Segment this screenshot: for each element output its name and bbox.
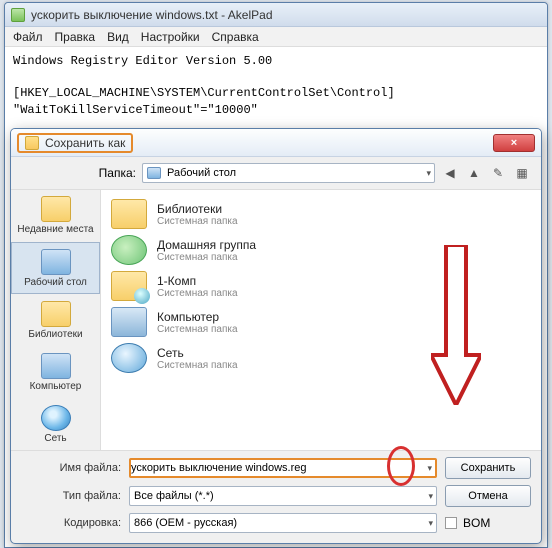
item-sub: Системная папка [157, 216, 238, 227]
folder-icon [111, 199, 147, 229]
folder-combo[interactable]: Рабочий стол [142, 163, 435, 183]
item-name: Домашняя группа [157, 238, 256, 252]
editor-line2: [HKEY_LOCAL_MACHINE\SYSTEM\CurrentContro… [13, 86, 395, 100]
place-network[interactable]: Сеть [11, 398, 100, 450]
bom-label: BOM [463, 516, 490, 530]
cancel-button[interactable]: Отмена [445, 485, 531, 507]
folder-value: Рабочий стол [167, 167, 236, 179]
filetype-value: Все файлы (*.*) [134, 490, 214, 502]
menu-settings[interactable]: Настройки [141, 30, 200, 44]
filetype-combo[interactable]: Все файлы (*.*) [129, 486, 437, 506]
place-computer[interactable]: Компьютер [11, 346, 100, 398]
window-title: ускорить выключение windows.txt - AkelPa… [31, 8, 273, 22]
item-name: Библиотеки [157, 202, 238, 216]
bom-checkbox[interactable] [445, 517, 457, 529]
back-icon[interactable]: ◀ [441, 164, 459, 182]
save-icon [25, 136, 39, 150]
place-libraries-label: Библиотеки [28, 329, 82, 340]
menu-view[interactable]: Вид [107, 30, 129, 44]
item-sub: Системная папка [157, 324, 238, 335]
list-item[interactable]: Домашняя группа Системная папка [109, 232, 533, 268]
network-icon [111, 343, 147, 373]
item-name: Сеть [157, 346, 238, 360]
place-network-label: Сеть [44, 433, 66, 444]
recent-icon [41, 196, 71, 222]
encoding-combo[interactable]: 866 (OEM - русская) [129, 513, 437, 533]
encoding-label: Кодировка: [21, 517, 121, 529]
desktop-place-icon [41, 249, 71, 275]
newfolder-icon[interactable]: ✎ [489, 164, 507, 182]
filename-input[interactable]: ускорить выключение windows.reg [129, 458, 437, 478]
homegroup-icon [111, 235, 147, 265]
filename-label: Имя файла: [21, 462, 121, 474]
editor-line3: "WaitToKillServiceTimeout"="10000" [13, 103, 258, 117]
user-folder-icon [111, 271, 147, 301]
save-as-dialog: Сохранить как × Папка: Рабочий стол ◀ ▲ … [10, 128, 542, 544]
toolbar-icons: ◀ ▲ ✎ ▦ [441, 164, 531, 182]
save-button[interactable]: Сохранить [445, 457, 531, 479]
dialog-title: Сохранить как [45, 136, 125, 150]
list-item[interactable]: Сеть Системная папка [109, 340, 533, 376]
computer-place-icon [41, 353, 71, 379]
filetype-label: Тип файла: [21, 490, 121, 502]
item-sub: Системная папка [157, 288, 238, 299]
menu-file[interactable]: Файл [13, 30, 43, 44]
view-icon[interactable]: ▦ [513, 164, 531, 182]
menubar: Файл Правка Вид Настройки Справка [5, 27, 547, 47]
filename-value: ускорить выключение windows.reg [131, 462, 307, 474]
item-sub: Системная папка [157, 360, 238, 371]
menu-edit[interactable]: Правка [55, 30, 96, 44]
menu-help[interactable]: Справка [212, 30, 259, 44]
dialog-title-highlight: Сохранить как [17, 133, 133, 153]
list-item[interactable]: Библиотеки Системная папка [109, 196, 533, 232]
network-place-icon [41, 405, 71, 431]
filename-box: ускорить выключение windows.reg [129, 458, 437, 478]
bom-row: BOM [445, 516, 531, 530]
titlebar[interactable]: ускорить выключение windows.txt - AkelPa… [5, 3, 547, 27]
place-recent-label: Недавние места [17, 224, 93, 235]
desktop-icon [147, 167, 161, 179]
places-bar: Недавние места Рабочий стол Библиотеки К… [11, 190, 101, 450]
editor-area[interactable]: Windows Registry Editor Version 5.00 [HK… [5, 47, 547, 124]
place-libraries[interactable]: Библиотеки [11, 294, 100, 346]
editor-line1: Windows Registry Editor Version 5.00 [13, 54, 272, 68]
item-sub: Системная папка [157, 252, 256, 263]
computer-icon [111, 307, 147, 337]
item-name: 1-Комп [157, 274, 238, 288]
item-name: Компьютер [157, 310, 238, 324]
libraries-place-icon [41, 301, 71, 327]
close-button[interactable]: × [493, 134, 535, 152]
app-icon [11, 8, 25, 22]
dialog-toolbar: Папка: Рабочий стол ◀ ▲ ✎ ▦ [11, 157, 541, 189]
file-list[interactable]: Библиотеки Системная папка Домашняя груп… [101, 190, 541, 450]
dialog-body: Недавние места Рабочий стол Библиотеки К… [11, 189, 541, 451]
folder-label: Папка: [81, 166, 136, 180]
place-computer-label: Компьютер [30, 381, 82, 392]
dialog-titlebar[interactable]: Сохранить как × [11, 129, 541, 157]
place-recent[interactable]: Недавние места [11, 190, 100, 242]
place-desktop-label: Рабочий стол [24, 277, 87, 288]
list-item[interactable]: Компьютер Системная папка [109, 304, 533, 340]
dialog-bottom: Имя файла: ускорить выключение windows.r… [11, 451, 541, 543]
encoding-value: 866 (OEM - русская) [134, 517, 237, 529]
list-item[interactable]: 1-Комп Системная папка [109, 268, 533, 304]
up-icon[interactable]: ▲ [465, 164, 483, 182]
place-desktop[interactable]: Рабочий стол [11, 242, 100, 294]
